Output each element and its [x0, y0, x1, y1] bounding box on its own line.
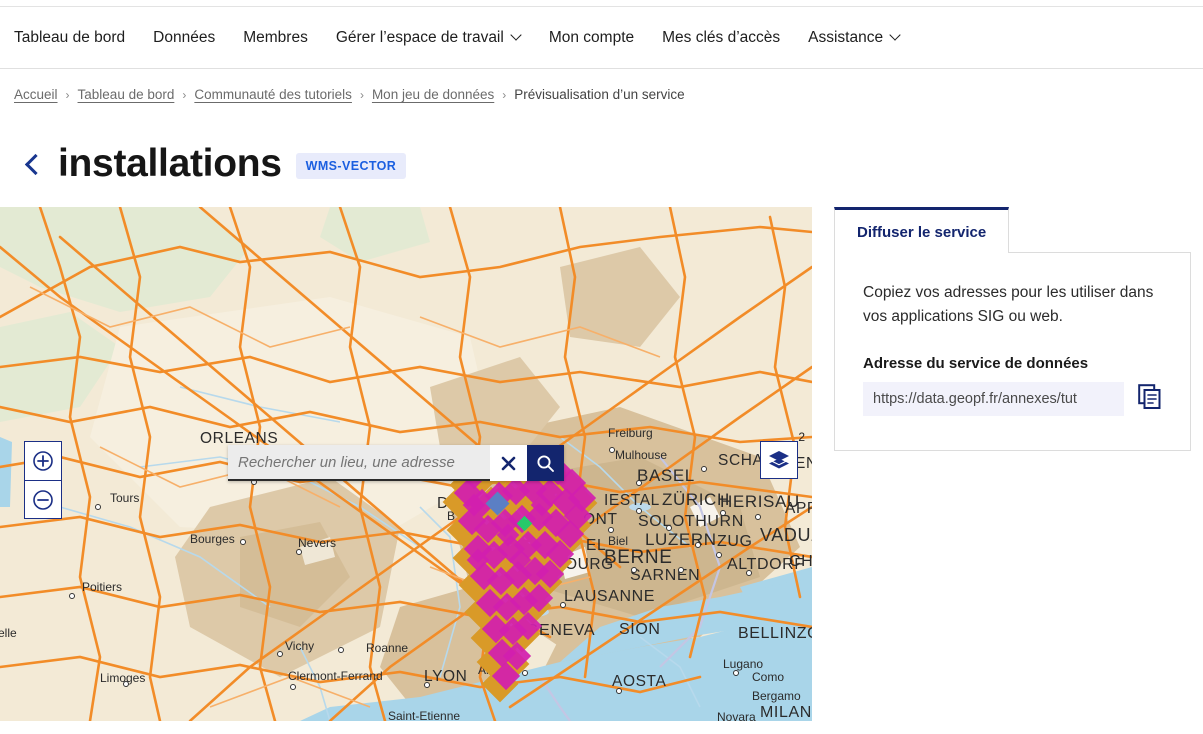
breadcrumb-item-current: Prévisualisation d’un service — [514, 87, 684, 102]
layers-count-badge: 2 — [798, 430, 805, 444]
panel-body: Copiez vos adresses pour les utiliser da… — [834, 252, 1191, 451]
map-zoom-controls — [24, 441, 62, 519]
breadcrumb: Accueil › Tableau de bord › Communauté d… — [0, 69, 1203, 102]
nav-item-donnees[interactable]: Données — [139, 18, 229, 58]
nav-item-tableau-de-bord[interactable]: Tableau de bord — [14, 18, 139, 58]
minus-circle-icon — [32, 489, 54, 511]
page-title: installations — [58, 144, 282, 183]
nav-item-assistance[interactable]: Assistance — [794, 18, 914, 58]
breadcrumb-item-jeu-de-donnees[interactable]: Mon jeu de données — [372, 87, 494, 102]
breadcrumb-separator: › — [360, 88, 364, 102]
address-label: Adresse du service de données — [863, 355, 1162, 372]
status-badge: WMS-VECTOR — [296, 153, 407, 179]
breadcrumb-separator: › — [66, 88, 70, 102]
service-panel: Diffuser le service Copiez vos adresses … — [834, 207, 1191, 721]
nav-item-mes-cles-acces[interactable]: Mes clés d’accès — [648, 18, 794, 58]
tab-diffuser-le-service[interactable]: Diffuser le service — [834, 207, 1009, 253]
search-submit-button[interactable] — [527, 445, 564, 481]
chevron-down-icon — [891, 31, 900, 40]
map-viewport[interactable]: ORLEANS Tours Bourges Nevers Poitiers el… — [0, 207, 812, 721]
layers-button[interactable]: 2 — [760, 441, 798, 479]
close-icon — [500, 455, 517, 472]
zoom-out-button[interactable] — [25, 480, 61, 518]
top-strip — [0, 0, 1203, 7]
nav-label: Mes clés d’accès — [662, 29, 780, 47]
address-row: https://data.geopf.fr/annexes/tut — [863, 382, 1162, 416]
breadcrumb-item-communaute[interactable]: Communauté des tutoriels — [194, 87, 352, 102]
main-navigation: Tableau de bord Données Membres Gérer l’… — [0, 7, 1203, 69]
chevron-left-icon[interactable] — [22, 149, 44, 179]
copy-icon — [1138, 384, 1162, 410]
chevron-down-icon — [512, 31, 521, 40]
breadcrumb-item-accueil[interactable]: Accueil — [14, 87, 58, 102]
nav-item-mon-compte[interactable]: Mon compte — [535, 18, 648, 58]
panel-description: Copiez vos adresses pour les utiliser da… — [863, 281, 1162, 329]
panel-tabs: Diffuser le service — [834, 207, 1191, 253]
breadcrumb-separator: › — [502, 88, 506, 102]
search-icon — [536, 454, 555, 473]
nav-item-gerer-espace-travail[interactable]: Gérer l’espace de travail — [322, 18, 535, 58]
page-header: installations WMS-VECTOR — [0, 102, 1203, 183]
nav-label: Données — [153, 29, 215, 47]
zoom-in-button[interactable] — [25, 442, 61, 480]
nav-label: Membres — [243, 29, 308, 47]
service-url-field[interactable]: https://data.geopf.fr/annexes/tut — [863, 382, 1124, 416]
clear-search-button[interactable] — [490, 445, 527, 481]
layers-icon — [767, 448, 791, 472]
search-input[interactable] — [228, 445, 490, 481]
breadcrumb-item-tableau-de-bord[interactable]: Tableau de bord — [78, 87, 175, 102]
copy-url-button[interactable] — [1138, 384, 1162, 415]
nav-label: Gérer l’espace de travail — [336, 29, 504, 47]
nav-item-membres[interactable]: Membres — [229, 18, 322, 58]
nav-label: Assistance — [808, 29, 883, 47]
breadcrumb-separator: › — [182, 88, 186, 102]
plus-circle-icon — [32, 450, 54, 472]
map-search-bar — [228, 445, 564, 481]
nav-label: Tableau de bord — [14, 29, 125, 47]
nav-label: Mon compte — [549, 29, 634, 47]
content-area: ORLEANS Tours Bourges Nevers Poitiers el… — [0, 207, 1203, 721]
